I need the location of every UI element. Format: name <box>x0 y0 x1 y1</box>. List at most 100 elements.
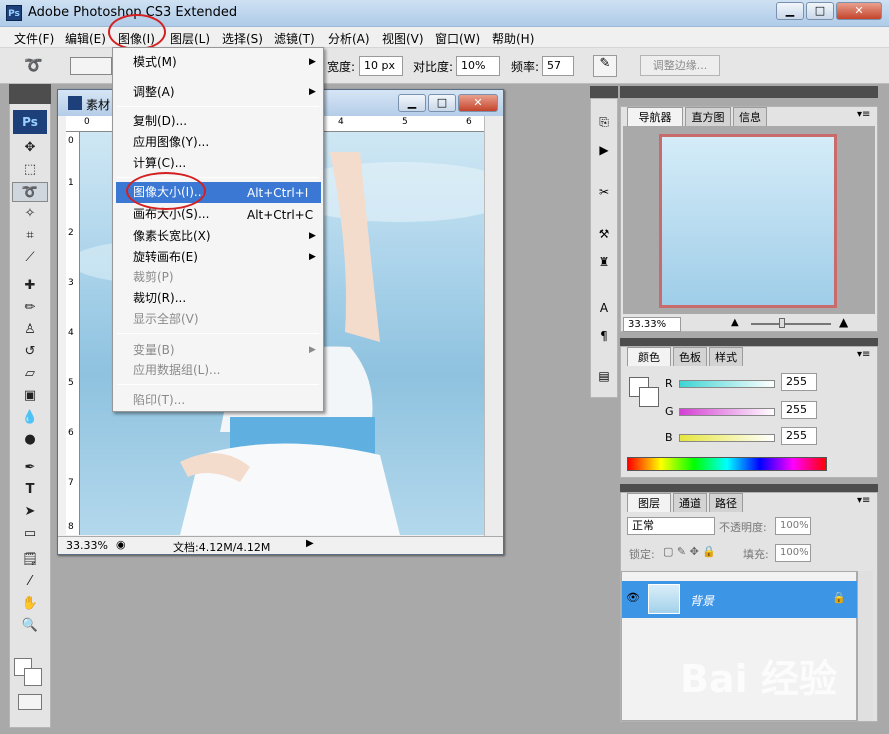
tab-info[interactable]: 信息 <box>733 107 767 126</box>
menu-select[interactable]: 选择(S) <box>222 30 263 47</box>
panel-menu-icon[interactable]: ▾≡ <box>857 109 870 120</box>
contrast-field[interactable]: 10% <box>456 56 500 76</box>
menu-item-trap[interactable]: 陷印(T)... <box>133 390 185 410</box>
tab-color[interactable]: 颜色 <box>627 347 671 366</box>
menu-item-duplicate[interactable]: 复制(D)... <box>133 111 187 131</box>
width-field[interactable]: 10 px <box>359 56 403 76</box>
menu-item-adjust[interactable]: 调整(A) <box>133 82 175 102</box>
menu-item-mode[interactable]: 模式(M) <box>133 52 177 72</box>
clone-stamp-icon[interactable]: ♙ <box>12 320 48 340</box>
pen-tool-icon[interactable]: ✒ <box>12 458 48 478</box>
channel-r-value[interactable]: 255 <box>781 373 817 391</box>
menu-edit[interactable]: 编辑(E) <box>65 30 106 47</box>
magic-wand-icon[interactable]: ✧ <box>12 204 48 224</box>
zoom-tool-icon[interactable]: 🔍 <box>12 616 48 636</box>
character-panel-icon[interactable]: A <box>595 301 613 319</box>
menu-item-reveal-all[interactable]: 显示全部(V) <box>133 309 199 329</box>
maximize-button[interactable]: □ <box>806 2 834 20</box>
tab-layers[interactable]: 图层 <box>627 493 671 512</box>
dodge-tool-icon[interactable]: ● <box>12 430 48 450</box>
gradient-tool-icon[interactable]: ▣ <box>12 386 48 406</box>
healing-brush-icon[interactable]: ✚ <box>12 276 48 296</box>
clone-source-icon[interactable]: ♜ <box>595 255 613 273</box>
notes-tool-icon[interactable]: 🗒 <box>12 550 48 570</box>
layers-scrollbar[interactable] <box>857 571 873 721</box>
tab-swatches[interactable]: 色板 <box>673 347 707 366</box>
panel-menu-icon[interactable]: ▾≡ <box>857 349 870 360</box>
magnetic-lasso-icon[interactable]: ➰ <box>24 56 43 74</box>
tab-channels[interactable]: 通道 <box>673 493 707 512</box>
fill-field[interactable]: 100% <box>775 544 811 562</box>
tab-histogram[interactable]: 直方图 <box>685 107 731 126</box>
color-spectrum-ramp[interactable] <box>627 457 827 471</box>
opacity-field[interactable]: 100% <box>775 517 811 535</box>
navigator-zoom-field[interactable]: 33.33% <box>623 317 681 332</box>
menu-item-calculations[interactable]: 计算(C)... <box>133 153 186 173</box>
menu-file[interactable]: 文件(F) <box>14 30 54 47</box>
zoom-out-icon[interactable]: ▲ <box>731 317 739 328</box>
tool-presets-icon[interactable]: ✂ <box>595 185 613 203</box>
channel-b-value[interactable]: 255 <box>781 427 817 445</box>
eyedropper-icon[interactable]: ⁄ <box>12 572 48 592</box>
zoom-slider[interactable] <box>751 323 831 325</box>
menu-help[interactable]: 帮助(H) <box>492 30 534 47</box>
status-info-icon[interactable]: ◉ <box>116 538 126 551</box>
zoom-in-icon[interactable]: ▲ <box>839 315 848 329</box>
path-selection-icon[interactable]: ➤ <box>12 502 48 522</box>
marquee-tool-icon[interactable]: ⬚ <box>12 160 48 180</box>
vertical-scrollbar[interactable] <box>484 116 502 536</box>
blur-tool-icon[interactable]: 💧 <box>12 408 48 428</box>
menu-item-apply-data-set[interactable]: 应用数据组(L)... <box>133 360 221 380</box>
shape-tool-icon[interactable]: ▭ <box>12 524 48 544</box>
paragraph-panel-icon[interactable]: ¶ <box>595 329 613 347</box>
menu-item-rotate-canvas[interactable]: 旋转画布(E) <box>133 247 198 267</box>
actions-panel-icon[interactable]: ▶ <box>595 143 613 161</box>
status-menu-arrow-icon[interactable]: ▶ <box>306 538 314 549</box>
selection-mode-icons[interactable] <box>70 57 112 75</box>
history-panel-icon[interactable]: ⎘ <box>595 115 613 133</box>
quick-mask-icon[interactable] <box>18 694 42 710</box>
crop-tool-icon[interactable]: ⌗ <box>12 226 48 246</box>
menu-item-apply-image[interactable]: 应用图像(Y)... <box>133 132 209 152</box>
layer-name[interactable]: 背景 <box>690 592 714 609</box>
doc-minimize-button[interactable]: ▁ <box>398 94 426 112</box>
channel-g-value[interactable]: 255 <box>781 401 817 419</box>
slice-tool-icon[interactable]: ⟋ <box>12 248 48 268</box>
panel-menu-icon[interactable]: ▾≡ <box>857 495 870 506</box>
zoom-readout[interactable]: 33.33% <box>66 539 108 552</box>
brush-tool-icon[interactable]: ✏ <box>12 298 48 318</box>
minimize-button[interactable]: ▁ <box>776 2 804 20</box>
layer-visibility-eye-icon[interactable]: 👁 <box>626 591 640 604</box>
doc-close-button[interactable]: ✕ <box>458 94 498 112</box>
tab-navigator[interactable]: 导航器 <box>627 107 683 126</box>
menu-item-pixel-aspect-ratio[interactable]: 像素长宽比(X) <box>133 226 211 246</box>
refine-edge-button[interactable]: 调整边缘... <box>640 55 720 76</box>
menu-analysis[interactable]: 分析(A) <box>328 30 370 47</box>
zoom-slider-handle[interactable] <box>779 318 785 328</box>
tab-paths[interactable]: 路径 <box>709 493 743 512</box>
tab-styles[interactable]: 样式 <box>709 347 743 366</box>
menu-window[interactable]: 窗口(W) <box>435 30 480 47</box>
lock-icons[interactable]: ▢ ✎ ✥ 🔒 <box>663 545 716 558</box>
menu-item-crop[interactable]: 裁剪(P) <box>133 267 174 287</box>
menu-filter[interactable]: 滤镜(T) <box>274 30 315 47</box>
menu-layer[interactable]: 图层(L) <box>170 30 210 47</box>
eraser-tool-icon[interactable]: ▱ <box>12 364 48 384</box>
menu-item-trim[interactable]: 裁切(R)... <box>133 288 186 308</box>
menu-view[interactable]: 视图(V) <box>382 30 424 47</box>
type-tool-icon[interactable]: T <box>12 480 48 500</box>
move-tool-icon[interactable]: ✥ <box>12 138 48 158</box>
frequency-field[interactable]: 57 <box>542 56 574 76</box>
background-color-swatch[interactable] <box>24 668 42 686</box>
layer-comps-icon[interactable]: ▤ <box>595 369 613 387</box>
channel-g-slider[interactable] <box>679 408 775 416</box>
menu-item-variables[interactable]: 变量(B) <box>133 340 175 360</box>
history-brush-icon[interactable]: ↺ <box>12 342 48 362</box>
lasso-tool-icon[interactable]: ➰ <box>12 182 48 202</box>
color-background-swatch[interactable] <box>639 387 659 407</box>
layer-row-background[interactable]: 👁 背景 🔒 <box>622 581 858 618</box>
close-button[interactable]: ✕ <box>836 2 882 20</box>
navigator-thumbnail[interactable] <box>659 134 837 308</box>
channel-r-slider[interactable] <box>679 380 775 388</box>
doc-maximize-button[interactable]: □ <box>428 94 456 112</box>
